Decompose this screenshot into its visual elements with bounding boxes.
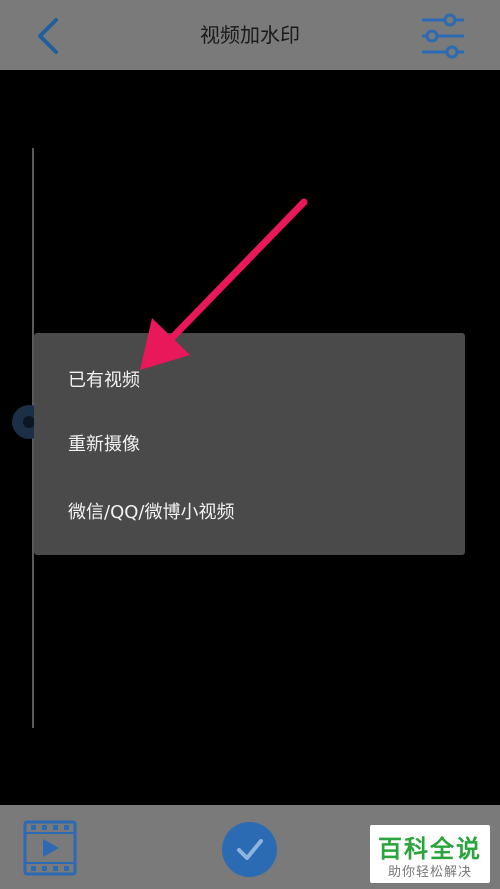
check-icon: [237, 839, 263, 860]
menu-item-record-again[interactable]: 重新摄像: [34, 412, 465, 478]
site-watermark: 百科全说 助你轻松解决: [370, 825, 490, 883]
menu-item-existing-video[interactable]: 已有视频: [34, 348, 465, 414]
settings-button[interactable]: [418, 12, 468, 60]
top-bar: 视频加水印: [0, 0, 500, 70]
film-play-icon: [23, 820, 77, 876]
sliders-icon: [422, 13, 464, 59]
watermark-subtitle: 助你轻松解决: [387, 865, 472, 880]
source-menu: 已有视频 重新摄像 微信/QQ/微博小视频: [34, 333, 465, 555]
media-button[interactable]: [22, 819, 78, 877]
confirm-button[interactable]: [222, 822, 277, 877]
menu-item-social-short-video[interactable]: 微信/QQ/微博小视频: [34, 480, 465, 546]
watermark-title: 百科全说: [378, 835, 482, 863]
